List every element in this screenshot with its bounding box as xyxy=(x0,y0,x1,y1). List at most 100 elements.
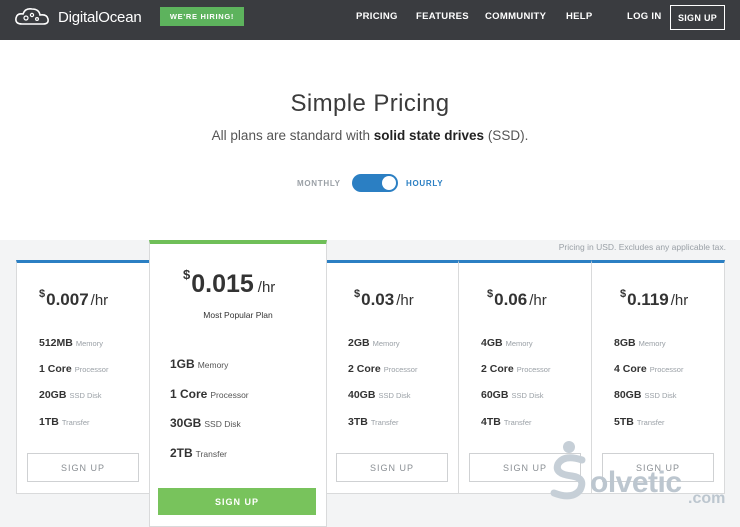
price-unit: /hr xyxy=(529,292,547,309)
brand-name: DigitalOcean xyxy=(58,8,142,26)
subtitle-emphasis: solid state drives xyxy=(373,128,485,143)
solvetic-watermark: olvetic .com xyxy=(538,438,738,518)
spec-label: SSD Disk xyxy=(204,419,241,429)
spec-value: 8GB xyxy=(614,337,636,349)
spec-value: 2GB xyxy=(348,337,370,349)
nav-pricing[interactable]: PRICING xyxy=(356,11,398,22)
spec-value: 30GB xyxy=(170,416,202,430)
nav-community[interactable]: COMMUNITY xyxy=(485,11,546,22)
tax-note: Pricing in USD. Excludes any applicable … xyxy=(558,242,726,252)
watermark-text: olvetic xyxy=(590,466,682,499)
price-value: 0.007 xyxy=(46,290,89,309)
spec-value: 40GB xyxy=(348,389,376,401)
spec-transfer: 4TB Transfer xyxy=(481,416,532,428)
price-value: 0.03 xyxy=(361,290,395,309)
currency-symbol: $ xyxy=(487,288,494,300)
hiring-badge[interactable]: WE'RE HIRING! xyxy=(160,7,244,26)
spec-transfer: 1TB Transfer xyxy=(39,416,90,428)
plan-card-2gb: $0.03/hr 2GB Memory 2 Core Processor 40GB S… xyxy=(325,260,459,494)
spec-disk: 30GB SSD Disk xyxy=(170,416,241,430)
spec-memory: 4GB Memory xyxy=(481,337,533,349)
spec-label: Memory xyxy=(75,339,103,348)
spec-label: Processor xyxy=(649,365,684,374)
price-unit: /hr xyxy=(257,279,276,296)
nav-features[interactable]: FEATURES xyxy=(416,11,469,22)
plan-price: $0.06/hr xyxy=(487,288,547,310)
billing-toggle-row: MONTHLY HOURLY xyxy=(0,174,740,194)
subtitle-suffix: (SSD). xyxy=(484,128,529,143)
spec-label: Memory xyxy=(372,339,400,348)
price-value: 0.06 xyxy=(494,290,528,309)
spec-label: Processor xyxy=(210,390,249,400)
spec-value: 60GB xyxy=(481,389,509,401)
login-link[interactable]: LOG IN xyxy=(627,11,662,22)
spec-transfer: 2TB Transfer xyxy=(170,446,227,460)
spec-value: 1 Core xyxy=(39,363,72,375)
spec-label: Processor xyxy=(516,365,551,374)
spec-value: 20GB xyxy=(39,389,67,401)
spec-disk: 40GB SSD Disk xyxy=(348,389,411,401)
spec-processor: 2 Core Processor xyxy=(348,363,417,375)
spec-value: 1 Core xyxy=(170,387,208,401)
price-value: 0.119 xyxy=(627,290,669,309)
spec-memory: 512MB Memory xyxy=(39,337,103,349)
spec-value: 2 Core xyxy=(481,363,514,375)
price-unit: /hr xyxy=(670,292,689,309)
spec-label: Transfer xyxy=(636,418,665,427)
spec-value: 4TB xyxy=(481,416,501,428)
spec-processor: 1 Core Processor xyxy=(39,363,108,375)
toggle-monthly-label[interactable]: MONTHLY xyxy=(297,179,341,188)
price-unit: /hr xyxy=(90,292,109,309)
spec-disk: 20GB SSD Disk xyxy=(39,389,102,401)
toggle-knob xyxy=(382,176,396,190)
spec-label: SSD Disk xyxy=(378,391,411,400)
most-popular-tag: Most Popular Plan xyxy=(203,310,273,320)
spec-label: Transfer xyxy=(370,418,399,427)
spec-value: 4GB xyxy=(481,337,503,349)
spec-value: 80GB xyxy=(614,389,642,401)
plan-price: $0.015/hr xyxy=(183,267,276,299)
spec-label: Transfer xyxy=(503,418,532,427)
signup-button-primary[interactable]: SIGN UP xyxy=(158,488,316,515)
brand-logo[interactable]: DigitalOcean xyxy=(14,7,142,27)
subtitle-text: All plans are standard with xyxy=(211,128,374,143)
nav-help[interactable]: HELP xyxy=(566,11,593,22)
spec-value: 1TB xyxy=(39,416,59,428)
spec-label: SSD Disk xyxy=(69,391,102,400)
billing-toggle-switch[interactable] xyxy=(352,174,398,192)
spec-disk: 60GB SSD Disk xyxy=(481,389,544,401)
top-navigation-bar: DigitalOcean WE'RE HIRING! PRICING FEATU… xyxy=(0,0,740,40)
watermark-domain: .com xyxy=(688,490,726,507)
spec-memory: 1GB Memory xyxy=(170,357,228,371)
currency-symbol: $ xyxy=(39,288,46,300)
signup-button-header[interactable]: SIGN UP xyxy=(670,5,725,30)
spec-value: 512MB xyxy=(39,337,73,349)
price-unit: /hr xyxy=(396,292,414,309)
spec-label: Processor xyxy=(383,365,418,374)
currency-symbol: $ xyxy=(620,288,627,300)
spec-label: Transfer xyxy=(61,418,90,427)
spec-processor: 2 Core Processor xyxy=(481,363,550,375)
plan-price: $0.119/hr xyxy=(620,288,689,310)
spec-value: 2TB xyxy=(170,446,193,460)
spec-processor: 1 Core Processor xyxy=(170,387,249,401)
page-title: Simple Pricing xyxy=(290,90,450,117)
spec-value: 2 Core xyxy=(348,363,381,375)
price-value: 0.015 xyxy=(191,270,254,298)
plan-card-512mb: $0.007/hr 512MB Memory 1 Core Processor 20… xyxy=(16,260,150,494)
spec-label: Transfer xyxy=(195,449,228,459)
cloud-logo-icon xyxy=(15,8,49,25)
spec-label: SSD Disk xyxy=(511,391,544,400)
spec-processor: 4 Core Processor xyxy=(614,363,683,375)
spec-memory: 8GB Memory xyxy=(614,337,666,349)
signup-button[interactable]: SIGN UP xyxy=(336,453,448,482)
plan-card-1gb-popular: $0.015/hr Most Popular Plan 1GB Memory 1 … xyxy=(149,240,327,527)
plan-price: $0.007/hr xyxy=(39,288,109,310)
spec-value: 3TB xyxy=(348,416,368,428)
toggle-hourly-label[interactable]: HOURLY xyxy=(406,179,443,188)
spec-label: Processor xyxy=(74,365,109,374)
spec-label: SSD Disk xyxy=(644,391,677,400)
spec-label: Memory xyxy=(638,339,666,348)
currency-symbol: $ xyxy=(354,288,361,300)
signup-button[interactable]: SIGN UP xyxy=(27,453,139,482)
